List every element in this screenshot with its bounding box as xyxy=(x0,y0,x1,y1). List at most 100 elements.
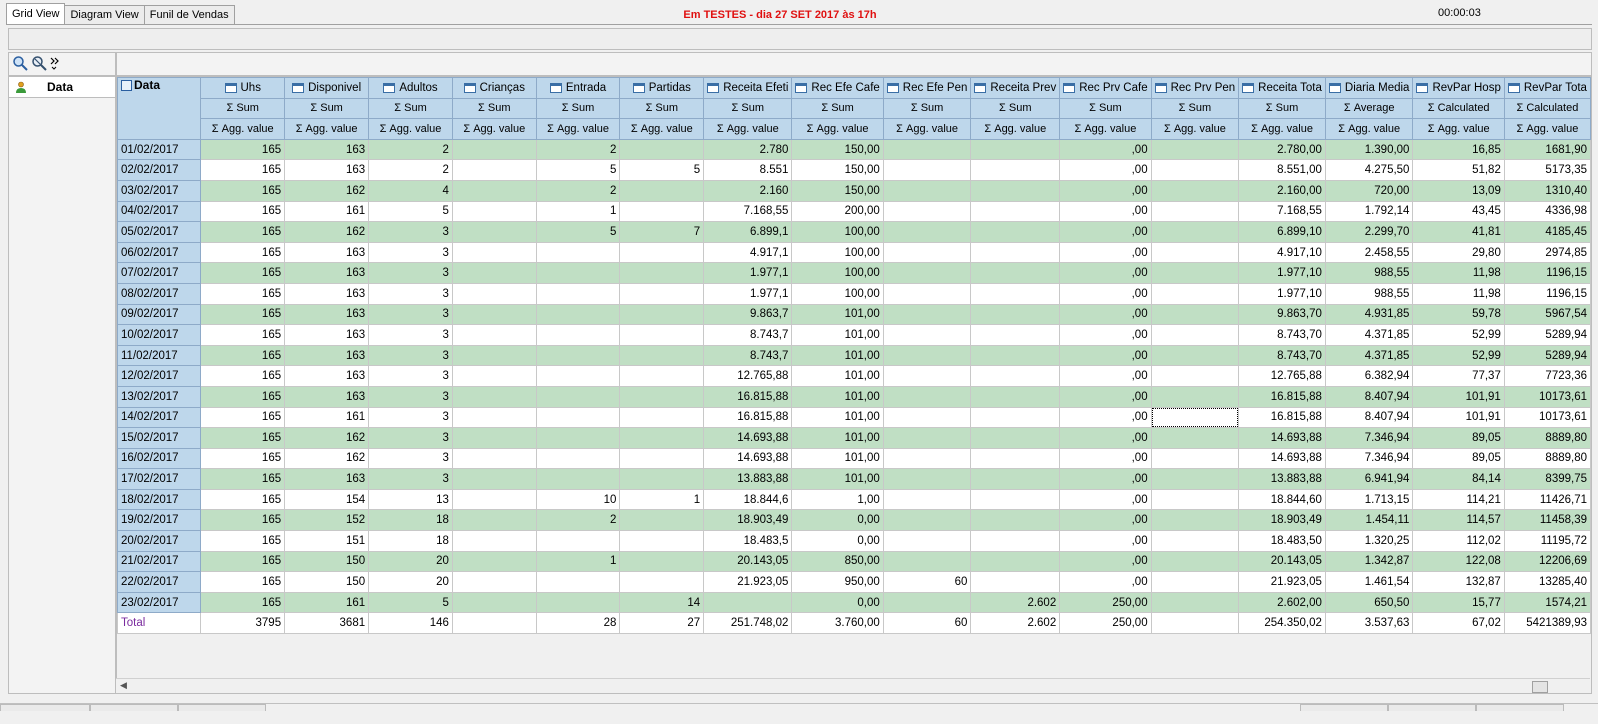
table-cell[interactable]: 3 xyxy=(368,406,453,429)
column-header[interactable]: Adultos xyxy=(368,77,453,99)
table-cell[interactable] xyxy=(970,241,1061,264)
table-cell[interactable]: 7.168,55 xyxy=(703,200,793,223)
table-cell[interactable]: 100,00 xyxy=(791,241,884,264)
table-cell[interactable]: ,00 xyxy=(1059,221,1152,243)
table-cell[interactable] xyxy=(970,200,1061,223)
row-header[interactable]: 19/02/2017 xyxy=(117,509,202,532)
table-cell[interactable]: 16.815,88 xyxy=(1238,406,1326,429)
table-cell[interactable] xyxy=(535,406,621,429)
table-cell[interactable]: 163 xyxy=(284,385,370,408)
table-cell[interactable]: 162 xyxy=(284,179,370,202)
table-cell[interactable]: 1 xyxy=(535,200,621,223)
table-cell[interactable] xyxy=(1150,138,1240,161)
table-cell[interactable]: ,00 xyxy=(1059,138,1152,161)
table-cell[interactable] xyxy=(1150,324,1240,346)
table-cell[interactable]: 20.143,05 xyxy=(703,550,793,573)
table-cell[interactable]: 9.863,7 xyxy=(703,303,793,326)
table-cell[interactable] xyxy=(882,468,972,490)
table-cell[interactable]: 7.346,94 xyxy=(1324,447,1414,470)
table-cell[interactable] xyxy=(619,550,705,573)
table-cell[interactable] xyxy=(882,365,972,387)
aggregation-header[interactable]: Σ Average xyxy=(1324,97,1414,120)
table-cell[interactable]: 6.899,10 xyxy=(1238,221,1326,243)
aggregation-header[interactable]: Σ Sum xyxy=(1059,97,1152,120)
table-cell[interactable] xyxy=(882,509,972,532)
row-header[interactable]: 04/02/2017 xyxy=(117,200,202,223)
scroll-left-arrow-icon[interactable]: ◀ xyxy=(120,680,127,691)
aggregation-header[interactable]: Σ Sum xyxy=(970,97,1061,120)
table-cell[interactable]: 52,99 xyxy=(1412,344,1505,367)
table-cell[interactable]: 1196,15 xyxy=(1503,282,1591,305)
table-cell[interactable]: 101,00 xyxy=(791,324,884,346)
row-header[interactable]: 08/02/2017 xyxy=(117,282,202,305)
table-cell[interactable]: 2 xyxy=(535,509,621,532)
table-cell[interactable]: ,00 xyxy=(1059,530,1152,552)
column-header[interactable]: RevPar Tota xyxy=(1503,77,1591,99)
table-cell[interactable] xyxy=(619,571,705,593)
table-cell[interactable]: 2.458,55 xyxy=(1324,241,1414,264)
table-cell[interactable] xyxy=(970,447,1061,470)
table-cell[interactable]: 101,00 xyxy=(791,427,884,449)
table-cell[interactable]: 165 xyxy=(200,427,286,449)
total-cell[interactable]: 5421389,93 xyxy=(1503,612,1591,635)
table-cell[interactable]: 59,78 xyxy=(1412,303,1505,326)
table-cell[interactable]: 11426,71 xyxy=(1503,488,1591,511)
table-cell[interactable]: 1.792,14 xyxy=(1324,200,1414,223)
table-cell[interactable]: 52,99 xyxy=(1412,324,1505,346)
table-cell[interactable] xyxy=(619,138,705,161)
value-header[interactable]: Σ Agg. value xyxy=(1150,118,1240,140)
table-cell[interactable]: 165 xyxy=(200,571,286,593)
table-cell[interactable] xyxy=(1150,241,1240,264)
total-cell[interactable]: 67,02 xyxy=(1412,612,1505,635)
table-cell[interactable]: 101,91 xyxy=(1412,385,1505,408)
row-header[interactable]: 21/02/2017 xyxy=(117,550,202,573)
table-cell[interactable] xyxy=(1150,385,1240,408)
total-label[interactable]: Total xyxy=(117,612,202,635)
table-cell[interactable]: ,00 xyxy=(1059,303,1152,326)
table-cell[interactable]: 0,00 xyxy=(791,591,884,614)
aggregation-header[interactable]: Σ Sum xyxy=(1150,97,1240,120)
table-cell[interactable] xyxy=(451,550,537,573)
table-cell[interactable]: 4.917,1 xyxy=(703,241,793,264)
table-cell[interactable]: 165 xyxy=(200,262,286,284)
table-cell[interactable]: 163 xyxy=(284,303,370,326)
table-cell[interactable]: 8.743,7 xyxy=(703,324,793,346)
table-cell[interactable]: 60 xyxy=(882,571,972,593)
table-cell[interactable]: 3 xyxy=(368,282,453,305)
table-cell[interactable]: 18.483,50 xyxy=(1238,530,1326,552)
table-cell[interactable]: 1,00 xyxy=(791,488,884,511)
table-cell[interactable]: 1.342,87 xyxy=(1324,550,1414,573)
table-cell[interactable] xyxy=(451,282,537,305)
table-cell[interactable] xyxy=(882,591,972,614)
table-cell[interactable] xyxy=(882,303,972,326)
table-cell[interactable] xyxy=(970,550,1061,573)
aggregation-header[interactable]: Σ Sum xyxy=(200,97,286,120)
row-header[interactable]: 13/02/2017 xyxy=(117,385,202,408)
table-cell[interactable] xyxy=(1150,468,1240,490)
table-cell[interactable]: 3 xyxy=(368,344,453,367)
table-cell[interactable]: 89,05 xyxy=(1412,447,1505,470)
table-cell[interactable] xyxy=(882,241,972,264)
table-cell[interactable]: 21.923,05 xyxy=(1238,571,1326,593)
table-cell[interactable]: ,00 xyxy=(1059,344,1152,367)
table-cell[interactable]: 51,82 xyxy=(1412,159,1505,181)
table-cell[interactable]: 2 xyxy=(535,138,621,161)
table-cell[interactable] xyxy=(451,406,537,429)
table-cell[interactable]: 720,00 xyxy=(1324,179,1414,202)
table-cell[interactable]: 122,08 xyxy=(1412,550,1505,573)
table-cell[interactable]: 200,00 xyxy=(791,200,884,223)
table-cell[interactable]: 5 xyxy=(368,591,453,614)
table-cell[interactable]: 1.390,00 xyxy=(1324,138,1414,161)
table-cell[interactable]: 950,00 xyxy=(791,571,884,593)
table-cell[interactable]: 165 xyxy=(200,406,286,429)
table-cell[interactable]: 988,55 xyxy=(1324,282,1414,305)
table-cell[interactable]: 18 xyxy=(368,509,453,532)
table-cell[interactable]: 43,45 xyxy=(1412,200,1505,223)
column-header[interactable]: Rec Prv Pen xyxy=(1150,77,1240,99)
table-cell[interactable]: 12.765,88 xyxy=(1238,365,1326,387)
table-cell[interactable] xyxy=(882,200,972,223)
aggregation-header[interactable]: Σ Sum xyxy=(535,97,621,120)
value-header[interactable]: Σ Agg. value xyxy=(970,118,1061,140)
table-cell[interactable]: 850,00 xyxy=(791,550,884,573)
table-cell[interactable]: 2.780,00 xyxy=(1238,138,1326,161)
